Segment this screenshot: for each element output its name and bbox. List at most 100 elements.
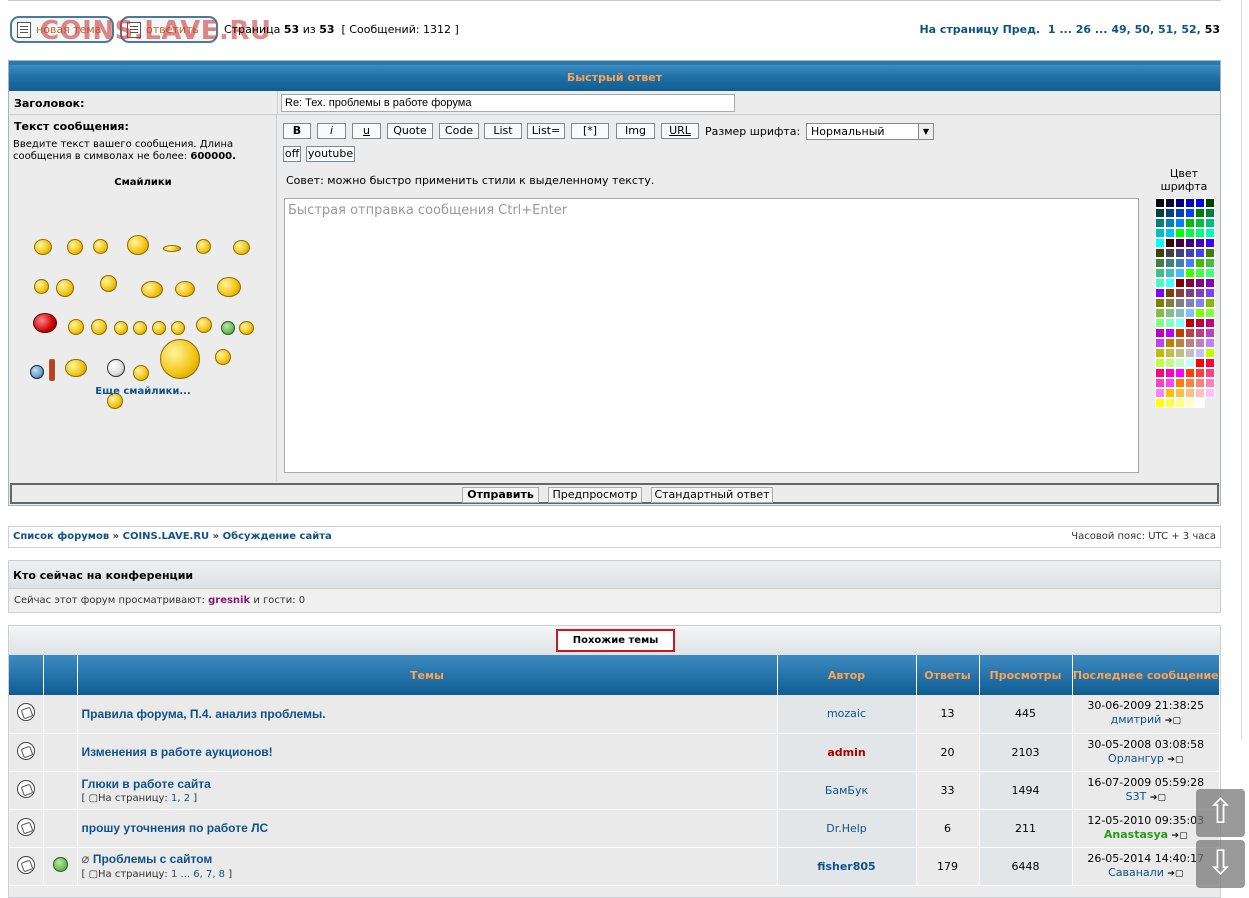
color-swatch[interactable] (1185, 338, 1195, 348)
color-swatch[interactable] (1185, 228, 1195, 238)
color-swatch[interactable] (1175, 298, 1185, 308)
color-swatch[interactable] (1205, 368, 1215, 378)
color-swatch[interactable] (1175, 348, 1185, 358)
color-swatch[interactable] (1195, 258, 1205, 268)
color-swatch[interactable] (1155, 318, 1165, 328)
color-swatch[interactable] (1175, 288, 1185, 298)
color-swatch[interactable] (1205, 338, 1215, 348)
color-swatch[interactable] (1155, 258, 1165, 268)
color-swatch[interactable] (1195, 398, 1205, 408)
color-swatch[interactable] (1195, 358, 1205, 368)
cool-smiley-icon[interactable] (239, 321, 254, 335)
color-swatch[interactable] (1175, 228, 1185, 238)
color-swatch[interactable] (1195, 348, 1205, 358)
column-header-author[interactable]: Автор (777, 655, 917, 695)
smiley-icon[interactable] (100, 275, 117, 292)
color-swatch[interactable] (1195, 318, 1205, 328)
page-link[interactable]: 1 (1048, 23, 1056, 36)
color-swatch[interactable] (1165, 368, 1175, 378)
standard-reply-button[interactable]: Стандартный ответ (651, 487, 773, 503)
color-swatch[interactable] (1175, 338, 1185, 348)
color-swatch[interactable] (1205, 308, 1215, 318)
smiley-icon[interactable] (233, 240, 250, 255)
page-scrollbar[interactable] (1229, 0, 1249, 898)
goto-last-post-icon[interactable]: ➔▢ (1167, 755, 1183, 765)
color-swatch[interactable] (1165, 198, 1175, 208)
smiley-icon[interactable] (34, 279, 49, 294)
underline-button[interactable]: u (352, 123, 381, 139)
color-swatch[interactable] (1165, 388, 1175, 398)
smiley-icon[interactable] (175, 281, 195, 297)
color-swatch[interactable] (1165, 258, 1175, 268)
breadcrumb-site[interactable]: COINS.LAVE.RU (123, 531, 210, 542)
column-header-topics[interactable]: Темы (77, 655, 778, 695)
color-swatch[interactable] (1195, 308, 1205, 318)
color-swatch[interactable] (1205, 248, 1215, 258)
submit-button[interactable]: Отправить (462, 487, 539, 503)
list-button[interactable]: List (484, 123, 522, 139)
reply-button[interactable]: ответить (120, 16, 218, 43)
smiley-icon[interactable] (127, 235, 149, 255)
column-header-replies[interactable]: Ответы (916, 655, 980, 695)
youtube-button[interactable]: youtube (306, 146, 355, 162)
topic-title-link[interactable]: Правила форума, П.4. анализ проблемы. (82, 707, 326, 721)
color-swatch[interactable] (1175, 308, 1185, 318)
color-swatch[interactable] (1175, 238, 1185, 248)
color-swatch[interactable] (1155, 378, 1165, 388)
bold-button[interactable]: B (283, 123, 311, 139)
smiley-icon[interactable] (65, 359, 87, 377)
last-post-user-link[interactable]: Anastasya (1104, 828, 1168, 841)
color-swatch[interactable] (1205, 288, 1215, 298)
page-link[interactable]: 49, (1111, 23, 1131, 36)
color-swatch[interactable] (1165, 398, 1175, 408)
topic-title-link[interactable]: Проблемы с сайтом (93, 852, 212, 866)
color-swatch[interactable] (1175, 398, 1185, 408)
last-post-user-link[interactable]: дмитрий (1111, 713, 1162, 726)
color-swatch[interactable] (1185, 288, 1195, 298)
color-swatch[interactable] (1195, 368, 1205, 378)
color-swatch[interactable] (1175, 378, 1185, 388)
color-swatch[interactable] (1205, 218, 1215, 228)
big-grin-smiley-icon[interactable] (160, 339, 200, 379)
goto-last-post-icon[interactable]: ➔▢ (1165, 716, 1181, 726)
color-swatch[interactable] (1165, 238, 1175, 248)
color-swatch[interactable] (1195, 328, 1205, 338)
topic-author-link[interactable]: Dr.Help (826, 822, 867, 835)
color-swatch[interactable] (1175, 368, 1185, 378)
arrow-icon[interactable] (171, 321, 185, 335)
color-swatch[interactable] (1155, 248, 1165, 258)
color-swatch[interactable] (1195, 208, 1205, 218)
color-swatch[interactable] (1185, 268, 1195, 278)
color-swatch[interactable] (1155, 228, 1165, 238)
goto-last-post-icon[interactable]: ➔▢ (1172, 831, 1188, 841)
smiley-icon[interactable] (93, 239, 108, 254)
topic-page-links[interactable]: 1, 2 (171, 793, 190, 804)
exclaim-icon[interactable] (114, 321, 128, 335)
color-swatch[interactable] (1155, 238, 1165, 248)
topic-author-link[interactable]: БамБук (825, 784, 868, 797)
smiley-icon[interactable] (196, 239, 211, 254)
scroll-up-icon[interactable]: ⇧ (1196, 789, 1245, 837)
topic-title-link[interactable]: Глюки в работе сайта (82, 777, 211, 791)
code-button[interactable]: Code (439, 123, 479, 139)
page-link[interactable]: 50, (1135, 23, 1155, 36)
page-link[interactable]: 52, (1181, 23, 1201, 36)
color-swatch[interactable] (1155, 338, 1165, 348)
color-swatch[interactable] (1165, 248, 1175, 258)
topic-title-link[interactable]: прошу уточнения по работе ЛС (82, 821, 269, 835)
color-swatch[interactable] (1205, 328, 1215, 338)
topic-author-link[interactable]: admin (827, 746, 865, 759)
color-swatch[interactable] (1175, 358, 1185, 368)
last-post-user-link[interactable]: Орлангур (1108, 752, 1164, 765)
color-swatch[interactable] (1165, 318, 1175, 328)
color-swatch[interactable] (1165, 228, 1175, 238)
color-swatch[interactable] (1185, 368, 1195, 378)
color-swatch[interactable] (1195, 218, 1205, 228)
color-swatch[interactable] (1155, 388, 1165, 398)
color-swatch[interactable] (1155, 208, 1165, 218)
color-swatch[interactable] (1175, 198, 1185, 208)
color-swatch[interactable] (1185, 308, 1195, 318)
color-swatch[interactable] (1195, 198, 1205, 208)
topic-page-links[interactable]: 1 ... 6, 7, 8 (171, 869, 225, 880)
color-swatch[interactable] (1195, 338, 1205, 348)
